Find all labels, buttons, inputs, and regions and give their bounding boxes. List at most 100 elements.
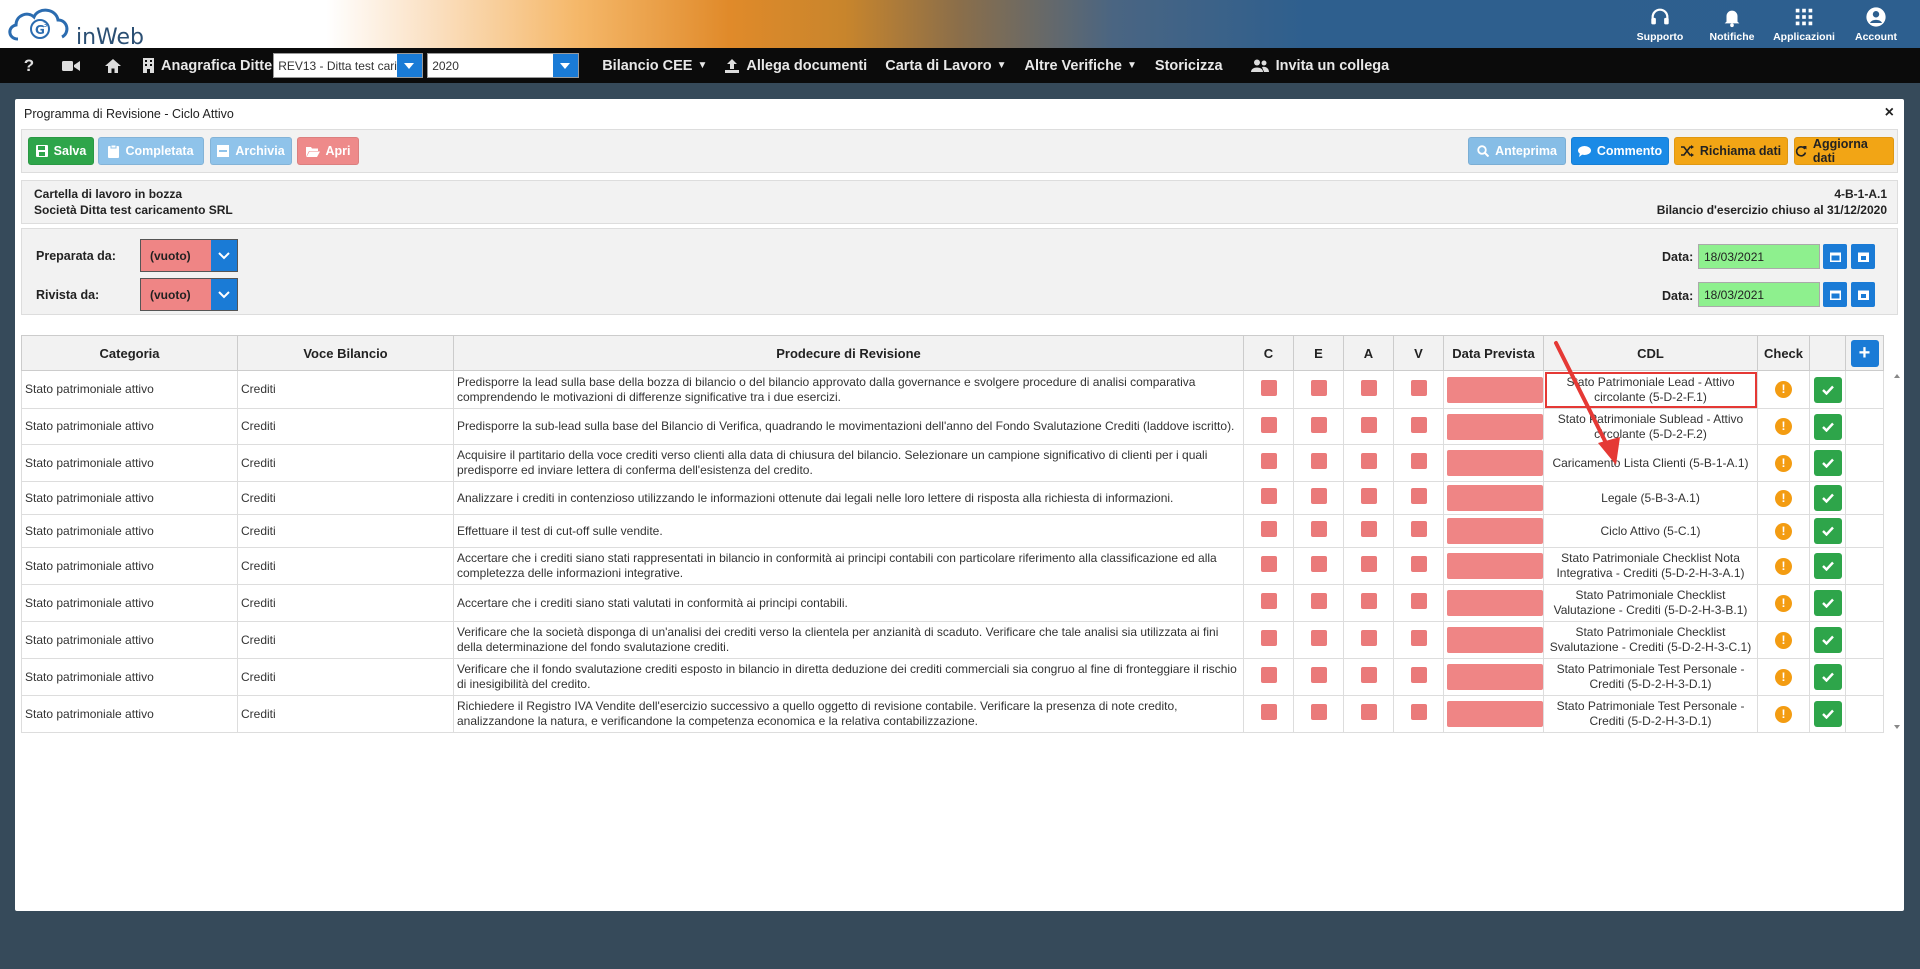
col-procedure[interactable]: Prodecure di Revisione (453, 335, 1244, 371)
cell-cdl[interactable]: Stato Patrimoniale Checklist Nota Integr… (1543, 547, 1758, 585)
home-button[interactable] (92, 48, 134, 83)
confirm-button[interactable] (1813, 376, 1842, 403)
table-row[interactable]: Stato patrimoniale attivo Crediti Predispo… (21, 408, 1884, 445)
calendar-button[interactable] (1823, 244, 1847, 269)
v-checkbox[interactable] (1410, 453, 1427, 469)
cdl-link[interactable]: Stato Patrimoniale Test Personale - Cred… (1557, 699, 1745, 728)
col-data-prevista[interactable]: Data Prevista (1443, 335, 1544, 371)
c-checkbox[interactable] (1260, 488, 1277, 504)
col-a[interactable]: A (1343, 335, 1394, 371)
confirm-button[interactable] (1813, 450, 1842, 476)
help-button[interactable]: ? (8, 48, 50, 83)
confirm-button[interactable] (1813, 485, 1842, 511)
e-checkbox[interactable] (1310, 521, 1327, 537)
nav-bilancio-cee[interactable]: Bilancio CEE ▼ (593, 48, 716, 83)
col-cdl[interactable]: CDL (1543, 335, 1758, 371)
cdl-link[interactable]: Ciclo Attivo (5-C.1) (1600, 524, 1700, 538)
preparata-select[interactable]: (vuoto) (140, 239, 238, 272)
table-row[interactable]: Stato patrimoniale attivo Crediti Effettua… (21, 514, 1884, 548)
table-row[interactable]: Stato patrimoniale attivo Crediti Analizza… (21, 481, 1884, 515)
nav-invita-collega[interactable]: Invita un collega (1242, 48, 1399, 83)
v-checkbox[interactable] (1410, 416, 1427, 433)
table-row[interactable]: Stato patrimoniale attivo Crediti Predispo… (21, 370, 1884, 409)
video-button[interactable] (50, 48, 92, 83)
cell-cdl[interactable]: Stato Patrimoniale Checklist Valutazione… (1543, 584, 1758, 622)
add-row-button[interactable]: + (1850, 339, 1879, 367)
cell-cdl[interactable]: Stato Patrimoniale Checklist Svalutazion… (1543, 621, 1758, 659)
e-checkbox[interactable] (1310, 593, 1327, 609)
confirm-button[interactable] (1813, 664, 1842, 690)
cell-cdl[interactable]: Stato Patrimoniale Sublead - Attivo circ… (1543, 408, 1758, 445)
support-button[interactable]: Supporto (1624, 0, 1696, 48)
cell-cdl[interactable]: Ciclo Attivo (5-C.1) (1543, 514, 1758, 548)
col-check[interactable]: Check (1757, 335, 1810, 371)
col-voce-bilancio[interactable]: Voce Bilancio (237, 335, 454, 371)
account-button[interactable]: Account (1840, 0, 1912, 48)
cell-cdl[interactable]: Stato Patrimoniale Test Personale - Cred… (1543, 695, 1758, 733)
e-checkbox[interactable] (1310, 488, 1327, 504)
data-prevista-input[interactable] (1447, 413, 1543, 440)
table-row[interactable]: Stato patrimoniale attivo Crediti Acquisir… (21, 444, 1884, 482)
v-checkbox[interactable] (1410, 556, 1427, 572)
col-e[interactable]: E (1293, 335, 1344, 371)
nav-carta-di-lavoro[interactable]: Carta di Lavoro ▼ (876, 48, 1015, 83)
cell-cdl[interactable]: Legale (5-B-3-A.1) (1543, 481, 1758, 515)
e-checkbox[interactable] (1310, 667, 1327, 683)
cdl-link[interactable]: Stato Patrimoniale Checklist Valutazione… (1554, 588, 1748, 617)
archivia-button[interactable]: Archivia (210, 137, 292, 165)
e-checkbox[interactable] (1310, 630, 1327, 646)
c-checkbox[interactable] (1260, 704, 1277, 720)
table-row[interactable]: Stato patrimoniale attivo Crediti Accertar… (21, 584, 1884, 622)
table-row[interactable]: Stato patrimoniale attivo Crediti Verifica… (21, 621, 1884, 659)
aggiorna-dati-button[interactable]: Aggiorna dati (1794, 137, 1894, 165)
v-checkbox[interactable] (1410, 521, 1427, 537)
table-row[interactable]: Stato patrimoniale attivo Crediti Accertar… (21, 547, 1884, 585)
c-checkbox[interactable] (1260, 630, 1277, 646)
data-preparata-input[interactable]: 18/03/2021 (1698, 244, 1820, 269)
e-checkbox[interactable] (1310, 556, 1327, 572)
apri-button[interactable]: Apri (297, 137, 359, 165)
nav-allega-documenti[interactable]: Allega documenti (716, 48, 876, 83)
confirm-button[interactable] (1813, 553, 1842, 579)
cdl-link[interactable]: Stato Patrimoniale Test Personale - Cred… (1557, 662, 1745, 691)
completata-button[interactable]: Completata (98, 137, 204, 165)
cell-cdl[interactable]: Stato Patrimoniale Test Personale - Cred… (1543, 658, 1758, 696)
rivista-select[interactable]: (vuoto) (140, 278, 238, 311)
a-checkbox[interactable] (1360, 556, 1377, 572)
confirm-button[interactable] (1813, 627, 1842, 653)
a-checkbox[interactable] (1360, 630, 1377, 646)
c-checkbox[interactable] (1260, 416, 1277, 433)
data-prevista-input[interactable] (1447, 450, 1543, 476)
v-checkbox[interactable] (1410, 667, 1427, 683)
calendar-today-button[interactable] (1851, 244, 1875, 269)
app-logo[interactable]: G 3 inWeb (4, 3, 144, 50)
a-checkbox[interactable] (1360, 379, 1377, 396)
a-checkbox[interactable] (1360, 416, 1377, 433)
nav-altre-verifiche[interactable]: Altre Verifiche ▼ (1015, 48, 1145, 83)
confirm-button[interactable] (1813, 413, 1842, 440)
cdl-link[interactable]: Stato Patrimoniale Checklist Svalutazion… (1550, 625, 1751, 654)
anteprima-button[interactable]: Anteprima (1468, 137, 1566, 165)
v-checkbox[interactable] (1410, 379, 1427, 396)
data-prevista-input[interactable] (1447, 701, 1543, 727)
cdl-link[interactable]: Caricamento Lista Clienti (5-B-1-A.1) (1552, 456, 1748, 470)
calendar-button[interactable] (1823, 282, 1847, 307)
data-prevista-input[interactable] (1447, 664, 1543, 690)
cell-cdl[interactable]: Caricamento Lista Clienti (5-B-1-A.1) (1543, 444, 1758, 482)
col-c[interactable]: C (1243, 335, 1294, 371)
data-prevista-input[interactable] (1447, 627, 1543, 653)
e-checkbox[interactable] (1310, 379, 1327, 396)
e-checkbox[interactable] (1310, 704, 1327, 720)
confirm-button[interactable] (1813, 518, 1842, 544)
close-icon[interactable]: × (1885, 104, 1894, 122)
a-checkbox[interactable] (1360, 453, 1377, 469)
cdl-link[interactable]: Legale (5-B-3-A.1) (1601, 491, 1700, 505)
confirm-button[interactable] (1813, 701, 1842, 727)
col-categoria[interactable]: Categoria (21, 335, 238, 371)
table-scrollbar[interactable] (1891, 371, 1903, 733)
data-prevista-input[interactable] (1447, 376, 1543, 403)
nav-storicizza[interactable]: Storicizza (1146, 48, 1232, 83)
confirm-button[interactable] (1813, 590, 1842, 616)
col-v[interactable]: V (1393, 335, 1444, 371)
c-checkbox[interactable] (1260, 593, 1277, 609)
